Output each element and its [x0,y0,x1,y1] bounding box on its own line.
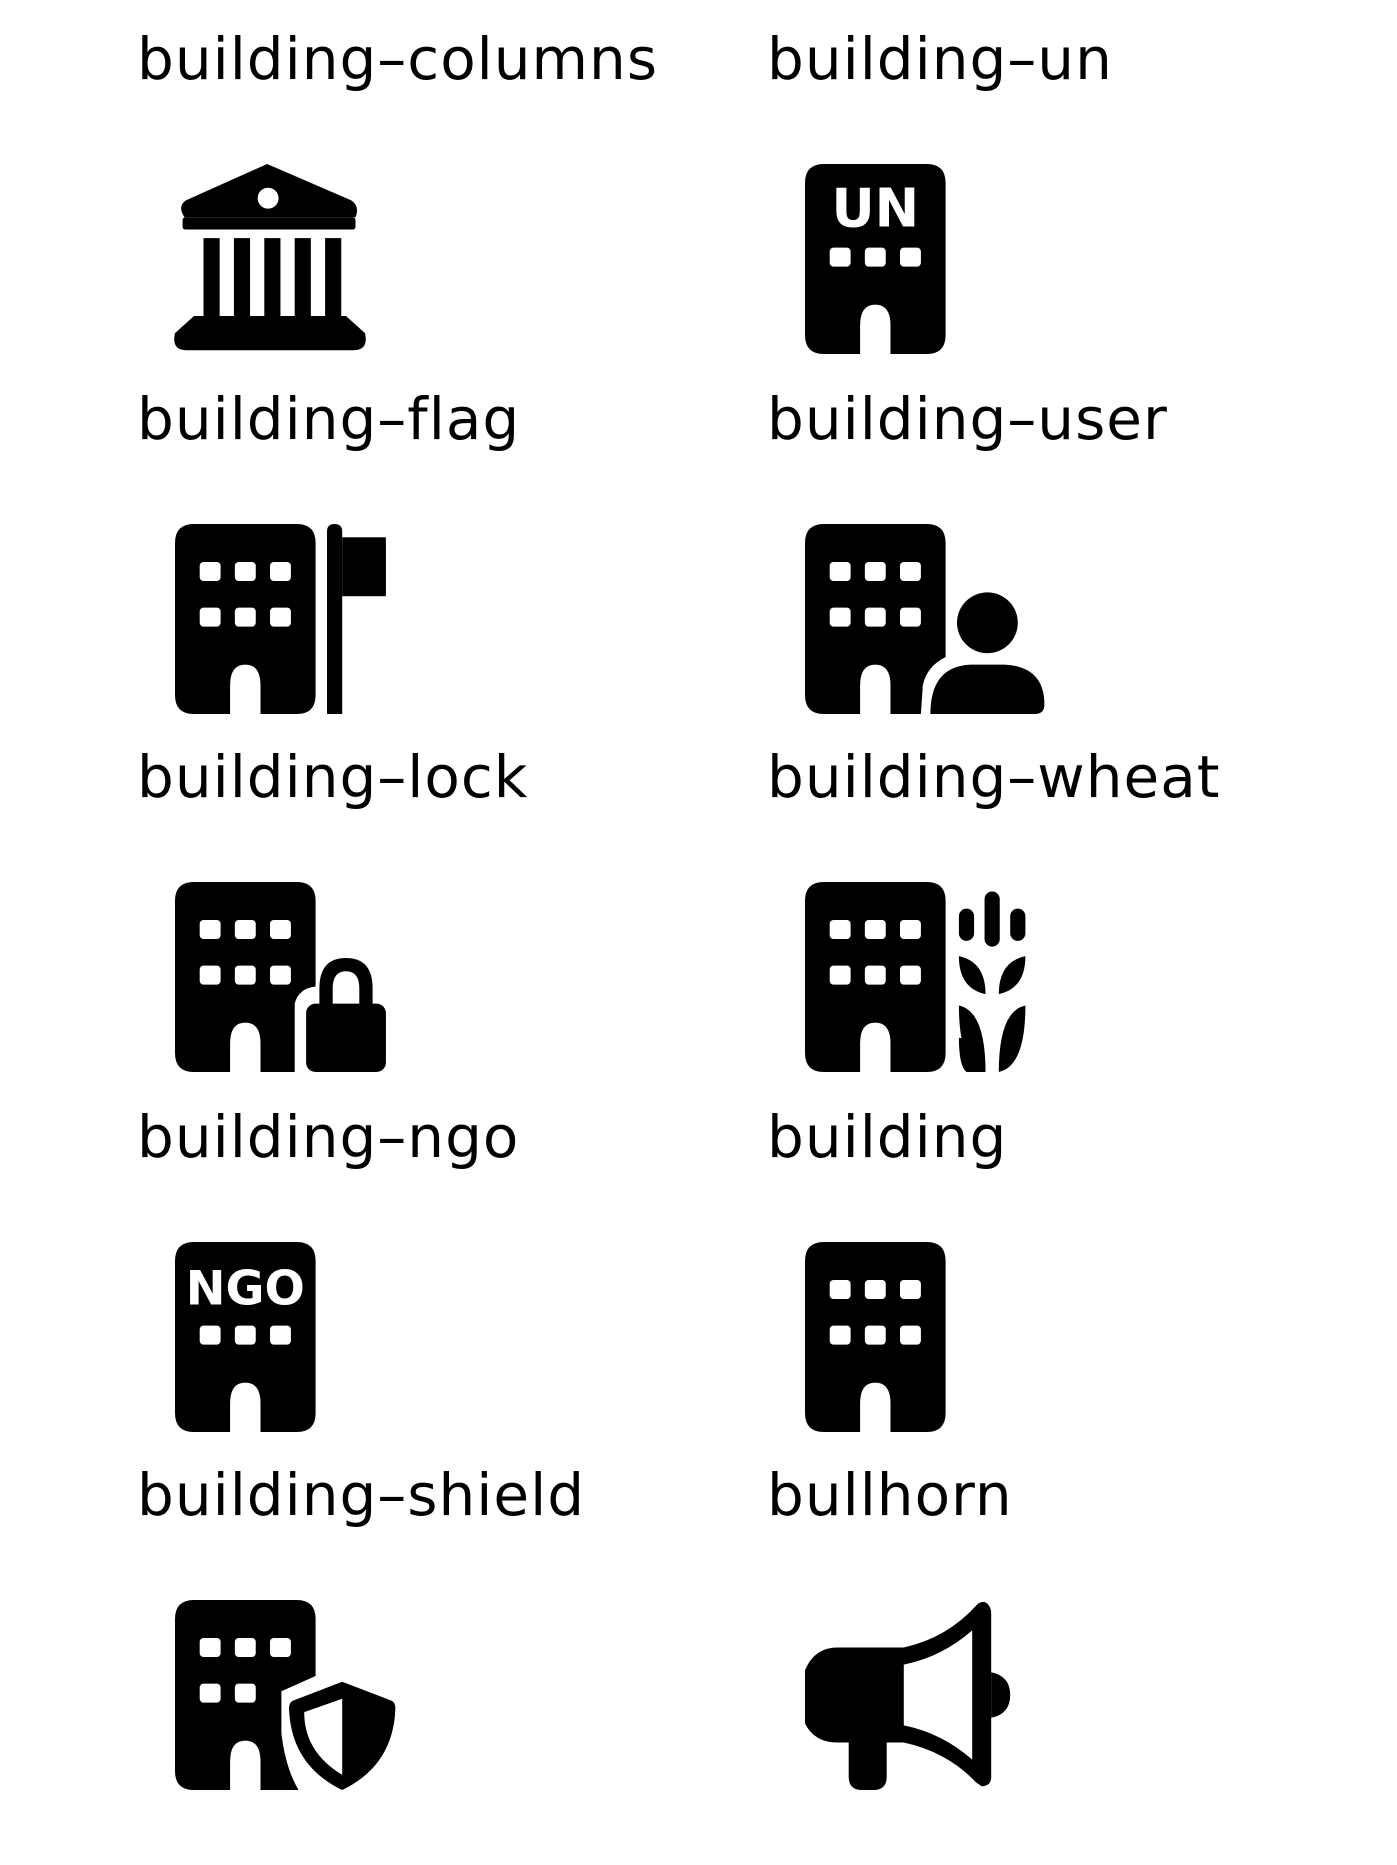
icon-label: building–lock [137,743,529,811]
bullhorn-icon [765,1600,1035,1790]
icon-cell-building-flag: building–flag [137,360,757,720]
building-wheat-icon [765,882,1035,1072]
building-ngo-icon: NGO [135,1242,405,1432]
icon-cell-building-lock: building–lock [137,718,757,1078]
building-user-icon [765,524,1045,714]
building-un-icon: UN [765,164,1035,354]
icon-label: bullhorn [767,1461,1013,1529]
icon-cell-building-shield: building–shield [137,1436,757,1796]
icon-label: building–shield [137,1461,586,1529]
icon-label: building–flag [137,385,521,453]
building-flag-icon [135,524,405,714]
icon-label: building–columns [137,25,659,93]
icon-cell-building: building [767,1078,1387,1438]
icon-cell-building-columns: building–columns [137,0,757,360]
icon-label: building–ngo [137,1103,520,1171]
svg-text:NGO: NGO [186,1262,305,1317]
building-icon [765,1242,1035,1432]
icon-cell-building-user: building–user [767,360,1387,720]
icon-cell-building-ngo: building–ngo NGO [137,1078,757,1438]
svg-text:UN: UN [831,178,919,240]
building-lock-icon [135,882,405,1072]
icon-cell-bullhorn: bullhorn [767,1436,1387,1796]
building-shield-icon [135,1600,405,1790]
icon-label: building [767,1103,1008,1171]
building-columns-icon [135,164,405,354]
icon-label: building–user [767,385,1168,453]
icon-cell-building-un: building–un UN [767,0,1387,360]
icon-cell-building-wheat: building–wheat [767,718,1387,1078]
icon-label: building–un [767,25,1113,93]
icon-label: building–wheat [767,743,1221,811]
